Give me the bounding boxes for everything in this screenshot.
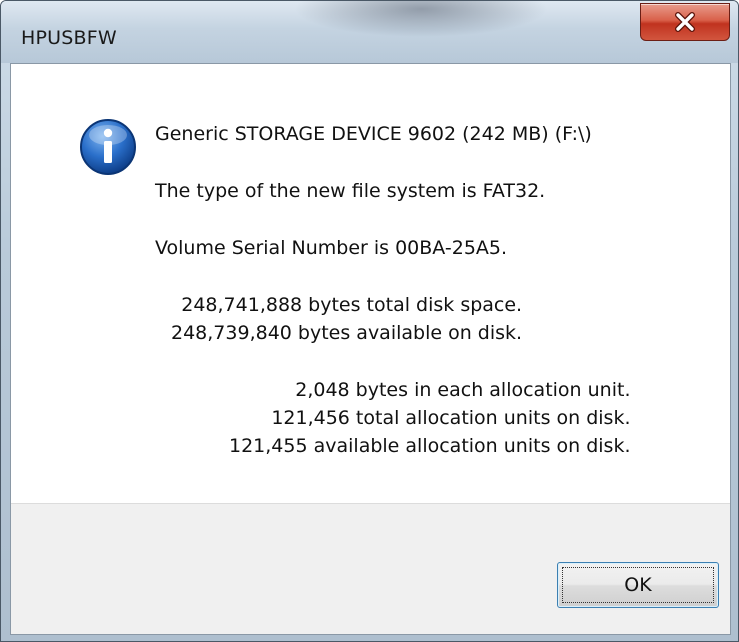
total-allocation-units-line: 121,456 total allocation units on disk. [271, 407, 631, 429]
close-button[interactable] [640, 3, 730, 41]
disk-space-block: 248,741,888 bytes total disk space. 248,… [171, 291, 522, 347]
dialog-window: HPUSBFW Generic STORAGE DEVICE 9602 (242… [0, 0, 739, 642]
close-icon [674, 12, 696, 32]
allocation-unit-size-line: 2,048 bytes in each allocation unit. [295, 379, 631, 401]
ok-button-label: OK [562, 567, 714, 603]
dialog-content: Generic STORAGE DEVICE 9602 (242 MB) (F:… [10, 63, 731, 635]
serial-line: Volume Serial Number is 00BA-25A5. [155, 237, 508, 259]
available-allocation-units-line: 121,455 available allocation units on di… [229, 435, 631, 457]
button-bar: OK [11, 503, 730, 634]
info-icon [78, 117, 138, 177]
total-space-line: 248,741,888 bytes total disk space. [181, 294, 523, 316]
title-bar[interactable]: HPUSBFW [1, 1, 738, 63]
window-title: HPUSBFW [21, 27, 117, 49]
file-system-line: The type of the new file system is FAT32… [155, 180, 546, 202]
device-line: Generic STORAGE DEVICE 9602 (242 MB) (F:… [155, 123, 592, 145]
available-space-line: 248,739,840 bytes available on disk. [171, 322, 523, 344]
allocation-block: 2,048 bytes in each allocation unit. 121… [229, 376, 631, 460]
ok-button[interactable]: OK [557, 562, 719, 608]
